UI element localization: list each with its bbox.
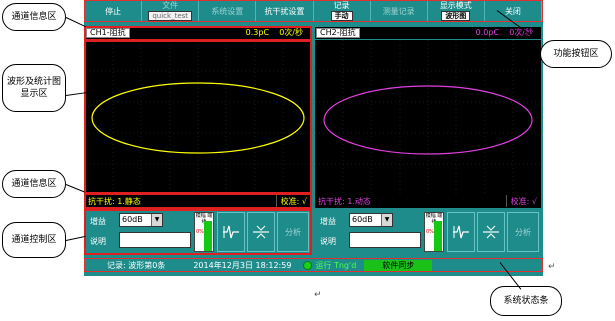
measurement-record-button[interactable]: 测量记录: [371, 1, 428, 21]
ch2-gain-select[interactable]: 60dB ▼: [349, 213, 393, 227]
ch2-waveform-display: [315, 40, 541, 194]
ch2-threshold-button[interactable]: [477, 212, 505, 252]
leader-line-channel-control: [65, 235, 86, 241]
callout-system-status-text: 系统状态条: [503, 296, 549, 306]
record-status: 记录: 波形第0条: [107, 260, 166, 270]
ch2-gain-label: 增益: [320, 217, 336, 226]
ch2-anti-interference-status: 抗干扰: 1.动态: [318, 196, 371, 206]
system-settings-button[interactable]: 系统设置: [199, 1, 257, 21]
ch2-header: CH2-阻抗 0.0pC 0次/秒: [315, 27, 541, 39]
display-mode-label: 显示模式: [439, 1, 472, 10]
anti-interference-button[interactable]: 抗干扰设置: [256, 1, 314, 21]
ch2-control-panel: 增益 60dB ▼ 说明 模幅 端续 0%: [315, 210, 541, 254]
paragraph-mark-icon: ↵: [314, 290, 322, 300]
chevron-down-icon: ▼: [381, 214, 392, 226]
ch2-grid: [315, 40, 541, 194]
running-indicator-icon: [303, 260, 313, 270]
callout-channel-control: 通道控制区: [2, 222, 66, 258]
callout-system-status: 系统状态条: [490, 286, 562, 316]
annotation-box-channel-info-top: [84, 26, 312, 41]
file-button[interactable]: 文件 quick_test: [142, 1, 200, 21]
measurement-record-label: 测量记录: [382, 6, 415, 16]
threshold-icon: [483, 225, 499, 239]
callout-channel-info-top: 通道信息区: [2, 3, 66, 31]
ch2-level-meter: 模幅 端续 0%: [424, 212, 444, 252]
ch2-analyze-label: 分析: [515, 227, 531, 237]
annotation-box-channel-info-bottom: [84, 193, 312, 209]
display-mode-button[interactable]: 显示模式 波形图: [428, 1, 485, 21]
ch2-charge-value: 0.0pC: [475, 28, 500, 37]
file-label: 文件: [162, 1, 179, 10]
record-label: 记录: [333, 1, 350, 10]
function-toolbar: 停止 文件 quick_test 系统设置 抗干扰设置 记录 手动 测量记录 显…: [84, 0, 543, 22]
stop-label: 停止: [105, 6, 122, 16]
stop-button[interactable]: 停止: [85, 1, 143, 21]
ch2-name: CH2-阻抗: [316, 28, 360, 38]
annotation-box-channel-control: [84, 209, 312, 255]
record-mode-value: 手动: [330, 11, 353, 21]
paragraph-mark-icon: ↵: [548, 262, 556, 272]
callout-function-buttons-text: 功能按钮区: [553, 49, 599, 59]
system-status-bar: 记录: 波形第0条 2014年12月3日 18:12:59 运行 Tng'd 软…: [84, 258, 543, 272]
ch2-analyze-button[interactable]: 分析: [507, 212, 539, 252]
callout-function-buttons: 功能按钮区: [540, 40, 612, 68]
sync-status: 软件同步: [364, 259, 433, 271]
callout-waveform-area: 波形及统计图显示区: [2, 64, 66, 112]
leader-line-channel-info-bottom: [65, 184, 85, 193]
ch2-desc-input[interactable]: [349, 232, 421, 248]
record-button[interactable]: 记录 手动: [314, 1, 371, 21]
callout-waveform-area-text: 波形及统计图显示区: [7, 77, 62, 99]
annotation-box-waveform: [84, 40, 312, 194]
close-label: 关闭: [504, 6, 521, 16]
ch2-filter-button[interactable]: [447, 212, 475, 252]
ch2-waveform-svg: [315, 40, 541, 194]
system-settings-label: 系统设置: [211, 6, 244, 16]
ch2-gain-value: 60dB: [352, 215, 373, 224]
ch2-meter-bar: [434, 221, 442, 251]
annotated-screenshot: 停止 文件 quick_test 系统设置 抗干扰设置 记录 手动 测量记录 显…: [0, 0, 615, 321]
running-status: 运行 Tng'd: [315, 260, 357, 270]
ch2-info-row: 抗干扰: 1.动态 校准: √: [315, 194, 541, 208]
file-name-field: quick_test: [148, 11, 193, 21]
callout-channel-info-bottom-text: 通道信息区: [11, 179, 57, 189]
filter-icon: [453, 225, 469, 239]
callout-channel-control-text: 通道控制区: [11, 235, 57, 245]
callout-channel-info-bottom: 通道信息区: [2, 170, 66, 198]
callout-channel-info-top-text: 通道信息区: [11, 12, 57, 22]
ch2-desc-label: 说明: [320, 237, 336, 246]
datetime-status: 2014年12月3日 18:12:59: [193, 260, 292, 270]
display-mode-value: 波形图: [441, 11, 471, 21]
close-button[interactable]: 关闭: [485, 1, 542, 21]
ch2-calibration-status: 校准: √: [505, 195, 541, 207]
anti-interference-label: 抗干扰设置: [264, 6, 305, 16]
ch2-meter-percent: 0%: [426, 229, 434, 235]
